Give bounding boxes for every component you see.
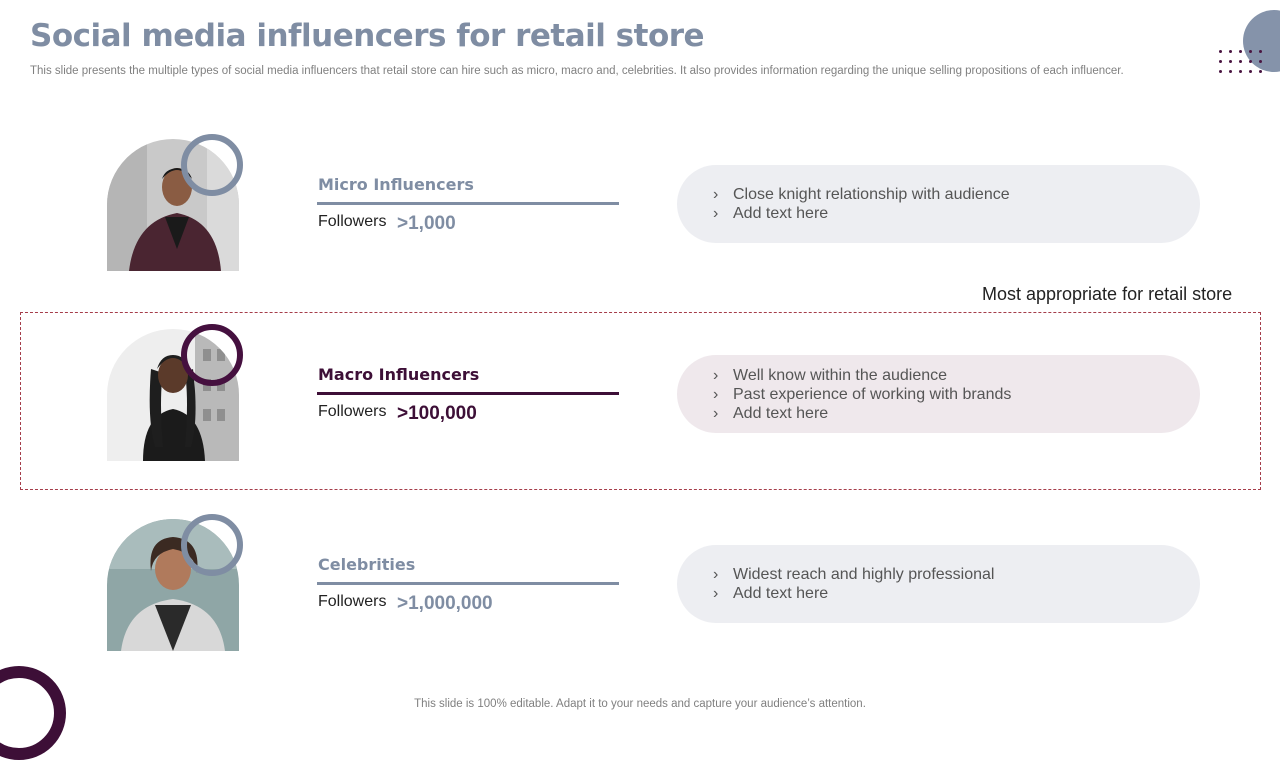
followers-label: Followers xyxy=(318,213,387,230)
followers-label: Followers xyxy=(318,403,387,420)
divider xyxy=(317,392,619,395)
followers-value: >1,000,000 xyxy=(397,593,493,614)
usp-box-macro: › Well know within the audience › Past exp… xyxy=(677,355,1200,433)
chevron-right-icon: › xyxy=(713,566,719,583)
usp-item: › Add text here xyxy=(713,205,829,222)
decorative-ring xyxy=(181,324,243,386)
influencer-type-name: Micro Influencers xyxy=(318,175,474,194)
slide-title: Social media influencers for retail stor… xyxy=(30,18,705,54)
usp-box-micro: › Close knight relationship with audience… xyxy=(677,165,1200,243)
chevron-right-icon: › xyxy=(713,186,719,203)
decorative-ring xyxy=(181,134,243,196)
followers-label: Followers xyxy=(318,593,387,610)
chevron-right-icon: › xyxy=(713,385,719,403)
usp-item: › Add text here xyxy=(713,585,829,602)
decorative-dot-grid xyxy=(1219,50,1263,80)
usp-item: › Widest reach and highly professional xyxy=(713,566,995,583)
slide-footer: This slide is 100% editable. Adapt it to… xyxy=(414,698,866,710)
usp-item: › Past experience of working with brands xyxy=(713,385,1012,403)
influencer-row-macro: Macro Influencers Followers >100,000 › We… xyxy=(0,319,1280,461)
influencer-row-micro: Micro Influencers Followers >1,000 › Clos… xyxy=(0,129,1280,271)
influencer-type-name: Macro Influencers xyxy=(318,365,480,384)
influencer-type-name: Celebrities xyxy=(318,555,416,574)
divider xyxy=(317,202,619,205)
divider xyxy=(317,582,619,585)
usp-item: › Add text here xyxy=(713,404,829,422)
decorative-ring xyxy=(0,666,66,760)
usp-item: › Close knight relationship with audience xyxy=(713,186,1010,203)
followers-value: >100,000 xyxy=(397,403,477,424)
slide-subtitle: This slide presents the multiple types o… xyxy=(30,65,1124,77)
usp-item: › Well know within the audience xyxy=(713,366,948,384)
chevron-right-icon: › xyxy=(713,404,719,422)
usp-box-celebrities: › Widest reach and highly professional › A… xyxy=(677,545,1200,623)
highlight-label: Most appropriate for retail store xyxy=(982,284,1233,304)
followers-value: >1,000 xyxy=(397,213,456,234)
chevron-right-icon: › xyxy=(713,585,719,602)
chevron-right-icon: › xyxy=(713,366,719,384)
chevron-right-icon: › xyxy=(713,205,719,222)
decorative-ring xyxy=(181,514,243,576)
influencer-row-celebrities: Celebrities Followers >1,000,000 › Widest… xyxy=(0,509,1280,651)
